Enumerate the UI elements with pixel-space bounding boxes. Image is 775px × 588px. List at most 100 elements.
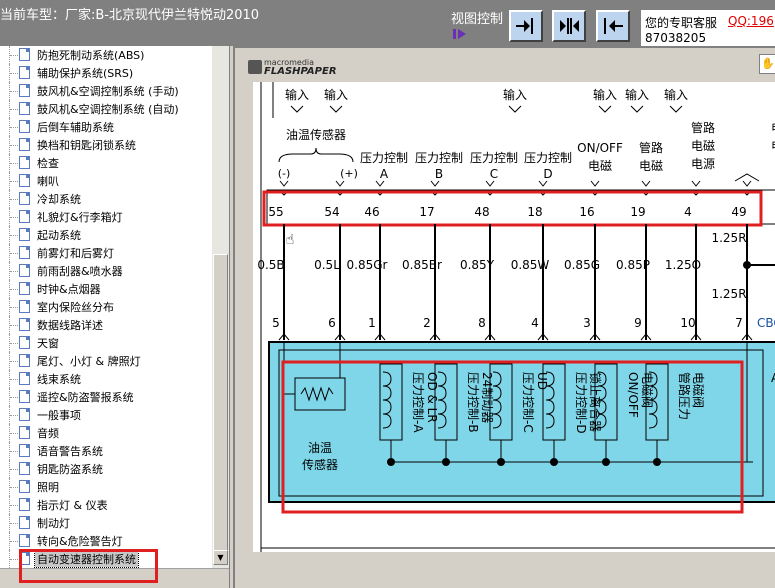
pressure-control-letter: D [543, 167, 552, 181]
tree-item[interactable]: 鼓风机&空调控制系统 (手动) [0, 82, 212, 100]
tree-item[interactable]: 前雨刮器&喷水器 [0, 262, 212, 280]
tree-item[interactable]: 线束系统 [0, 370, 212, 388]
document-icon [19, 498, 30, 511]
tree-item[interactable]: 指示灯 & 仪表 [0, 496, 212, 514]
tree-branch [10, 433, 18, 434]
pin-number-top: 17 [419, 205, 434, 219]
document-icon [19, 264, 30, 277]
tree-item-label: 前雨刮器&喷水器 [37, 265, 123, 278]
tree-item[interactable]: 辅助保护系统(SRS) [0, 64, 212, 82]
hand-tool-icon[interactable]: ✋ [759, 54, 775, 74]
tree-item[interactable]: 时钟&点烟器 [0, 280, 212, 298]
pin-number-top: 55 [268, 205, 283, 219]
tree-item[interactable]: 防抱死制动系统(ABS) [0, 46, 212, 64]
app-window: 当前车型：厂家:B-北京现代伊兰特悦动2010 视图控制 您的专职客服 QQ:1… [0, 0, 775, 588]
tree-item[interactable]: 后倒车辅助系统 [0, 118, 212, 136]
power-label: 电源 [691, 157, 715, 171]
document-icon [19, 246, 30, 259]
pin-number-top: 18 [527, 205, 542, 219]
tree-item[interactable]: 一般事项 [0, 406, 212, 424]
solenoid-label: 压力控制-B [466, 372, 480, 433]
view-expand-right-button[interactable] [509, 10, 543, 42]
tree-item-label: 鼓风机&空调控制系统 (手动) [37, 85, 179, 98]
tree-item[interactable]: 前雾灯和后雾灯 [0, 244, 212, 262]
vehicle-title: 当前车型：厂家:B-北京现代伊兰特悦动2010 [0, 8, 260, 23]
ecu-right-label: A [771, 371, 775, 385]
tree-item[interactable]: 转向&危险警告灯 [0, 532, 212, 550]
document-icon [19, 192, 30, 205]
hand-cursor-icon: ☝ [286, 232, 295, 248]
sidebar-scrollbar[interactable]: ▼ [212, 46, 229, 588]
document-viewer: macromedia FLASHPAPER ✋ 输入 输入 输入 输入 输入 输入 油温传感… [233, 46, 775, 588]
pin-arrow [485, 180, 495, 187]
tree-item[interactable]: 冷却系统 [0, 190, 212, 208]
document-icon [19, 84, 30, 97]
tree-item-label: 鼓风机&空调控制系统 (自动) [37, 103, 179, 116]
tree-item[interactable]: 鼓风机&空调控制系统 (自动) [0, 100, 212, 118]
tree-item-label: 防抱死制动系统(ABS) [37, 49, 145, 62]
document-icon [19, 462, 30, 475]
tree-branch [10, 415, 18, 416]
pressure-control-letter: A [380, 167, 389, 181]
tree-item[interactable]: 起动系统 [0, 226, 212, 244]
tree-item-label: 起动系统 [37, 229, 81, 242]
tree-branch [10, 109, 18, 110]
tree-item[interactable]: 音频 [0, 424, 212, 442]
input-label: 输入 [593, 87, 617, 102]
tree-item[interactable]: 换档和钥匙闭锁系统 [0, 136, 212, 154]
wire-code-right-top: 1.25R [711, 231, 746, 245]
pin-number-bottom: 10 [680, 316, 695, 330]
tree-item[interactable]: 钥匙防盗系统 [0, 460, 212, 478]
tree-item[interactable]: 遥控&防盗警报系统 [0, 388, 212, 406]
tree-item[interactable]: 天窗 [0, 334, 212, 352]
document-icon [19, 444, 30, 457]
sensor-brace [278, 147, 354, 163]
tree-item[interactable]: 喇叭 [0, 172, 212, 190]
pressure-control-letter: C [490, 167, 498, 181]
tree-item-label: 语音警告系统 [37, 445, 103, 458]
tree-item[interactable]: 室内保险丝分布 [0, 298, 212, 316]
pressure-control-label: 压力控制 [524, 151, 572, 165]
tree-item[interactable]: 尾灯、小灯 & 牌照灯 [0, 352, 212, 370]
tree-item[interactable]: 礼貌灯&行李箱灯 [0, 208, 212, 226]
tree-branch [10, 379, 18, 380]
document-icon [19, 48, 30, 61]
view-control-icon [453, 29, 466, 39]
support-panel: 您的专职客服 QQ:196 87038205 [641, 10, 775, 46]
solenoid-label: 管路压力 [677, 372, 692, 420]
tree-item[interactable]: 语音警告系统 [0, 442, 212, 460]
tree-item[interactable]: 照明 [0, 478, 212, 496]
pin-number-bottom: 8 [478, 316, 486, 330]
wire-code-label: 0.85Br [402, 258, 442, 272]
oil-temp-sensor-label: 油温传感器 [286, 127, 346, 142]
line-solenoid-label: 管路 [691, 120, 715, 135]
line-solenoid-sub-label: 电磁 [691, 138, 715, 153]
tree-branch [10, 541, 18, 542]
tree-item[interactable]: 检查 [0, 154, 212, 172]
document-icon [19, 372, 30, 385]
tree-item[interactable]: 制动灯 [0, 514, 212, 532]
arrow-right-bar-icon [516, 18, 533, 34]
tree-branch [10, 235, 18, 236]
tree-item-label: 照明 [37, 481, 59, 494]
cbg-label: CBG [757, 316, 775, 330]
pin-number-top: 16 [579, 205, 594, 219]
tree-item-label: 音频 [37, 427, 59, 440]
view-split-button[interactable] [552, 10, 586, 42]
pin-number-bottom: 6 [328, 316, 336, 330]
right-partial-label: 电 [771, 139, 775, 153]
tree-branch [10, 127, 18, 128]
scroll-down-icon[interactable]: ▼ [213, 550, 228, 565]
wire-code-right-bottom: 1.25R [711, 287, 746, 301]
input-label: 输入 [625, 87, 649, 102]
view-expand-left-button[interactable] [596, 10, 630, 42]
scrollbar-thumb[interactable] [213, 254, 228, 554]
support-label: 您的专职客服 [645, 16, 718, 30]
tree-item[interactable]: 数据线路详述 [0, 316, 212, 334]
input-arrow [508, 105, 522, 113]
tree-item-label: 转向&危险警告灯 [37, 535, 123, 548]
tree-branch [10, 361, 18, 362]
document-icon [19, 282, 30, 295]
support-qq-link[interactable]: QQ:196 [728, 14, 774, 28]
pin-arrow [538, 180, 548, 187]
